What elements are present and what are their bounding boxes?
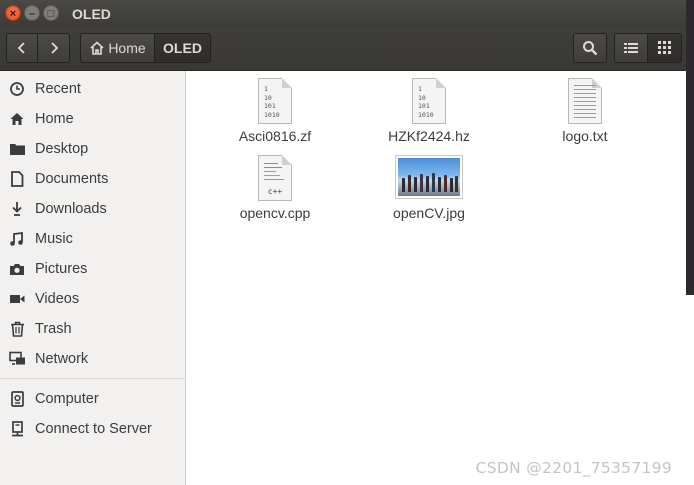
list-view-button[interactable] <box>614 33 648 63</box>
sidebar-item-label: Home <box>35 111 74 127</box>
breadcrumb-home[interactable]: Home <box>80 33 155 63</box>
sidebar-item-home[interactable]: Home <box>0 105 185 133</box>
home-icon <box>90 41 104 55</box>
watermark-text: CSDN @2201_75357199 <box>475 459 672 477</box>
sidebar-item-label: Desktop <box>35 141 89 157</box>
sidebar-item-label: Computer <box>35 391 99 407</box>
file-item[interactable]: logo.txt <box>530 78 640 144</box>
file-item[interactable]: 1 10 101 1010 Asci0816.zf <box>220 78 330 144</box>
sidebar-item-label: Music <box>35 231 73 247</box>
sidebar-divider <box>0 378 185 379</box>
server-icon <box>11 421 23 437</box>
home-icon <box>10 113 24 125</box>
sidebar-item-label: Connect to Server <box>35 421 152 437</box>
sidebar-item-label: Videos <box>35 291 80 307</box>
binary-preview-line: 101 <box>264 102 276 110</box>
breadcrumb-oled-label: OLED <box>163 40 202 56</box>
title-bar[interactable]: × – □ OLED <box>0 0 686 27</box>
binary-preview-line: 10 <box>418 93 426 102</box>
trash-icon <box>10 321 24 337</box>
breadcrumb-home-label: Home <box>108 40 146 56</box>
binary-preview-line: 101 <box>418 102 430 110</box>
file-name: openCV.jpg <box>393 205 465 221</box>
maximize-button[interactable]: □ <box>43 5 59 21</box>
download-icon <box>12 202 22 216</box>
sidebar-item-music[interactable]: Music <box>0 225 185 253</box>
sidebar-item-pictures[interactable]: Pictures <box>0 255 185 283</box>
sidebar-item-label: Downloads <box>35 201 107 217</box>
minimize-button[interactable]: – <box>24 5 40 21</box>
file-name: Asci0816.zf <box>238 128 312 144</box>
sidebar-item-label: Trash <box>35 321 72 337</box>
computer-icon <box>10 391 24 407</box>
file-name: opencv.cpp <box>239 205 311 221</box>
background-white-strip <box>686 295 694 485</box>
sidebar-item-videos[interactable]: Videos <box>0 285 185 313</box>
search-icon <box>583 41 598 56</box>
breadcrumb-oled[interactable]: OLED <box>155 33 211 63</box>
header-toolbar: Home OLED <box>0 27 686 71</box>
cpp-label: c++ <box>267 187 283 196</box>
sidebar: Recent Home Desktop Documents Downloads … <box>0 71 186 485</box>
file-item[interactable]: openCV.jpg <box>374 155 484 221</box>
image-thumbnail <box>395 155 463 199</box>
grid-view-button[interactable] <box>648 33 682 63</box>
grid-view-icon <box>657 41 671 54</box>
file-view: 1 10 101 1010 Asci0816.zf 1 10 101 1010 … <box>191 71 686 485</box>
binary-preview-line: 1010 <box>418 110 434 119</box>
window-title: OLED <box>72 6 111 22</box>
text-file-icon <box>568 78 602 124</box>
video-icon <box>10 295 25 303</box>
binary-preview-line: 1 <box>418 85 422 93</box>
binary-preview-line: 1 <box>264 85 268 93</box>
file-name: HZKf2424.hz <box>388 128 470 144</box>
chevron-right-icon <box>50 42 58 54</box>
folder-icon <box>9 144 25 155</box>
sidebar-item-desktop[interactable]: Desktop <box>0 135 185 163</box>
camera-icon <box>10 264 24 275</box>
sidebar-item-label: Network <box>35 351 89 367</box>
music-icon <box>10 231 23 246</box>
binary-file-icon: 1 10 101 1010 <box>412 78 446 124</box>
sidebar-item-downloads[interactable]: Downloads <box>0 195 185 223</box>
forward-button[interactable] <box>38 33 70 63</box>
back-button[interactable] <box>6 33 38 63</box>
network-icon <box>8 351 25 365</box>
search-button[interactable] <box>573 33 607 63</box>
cpp-file-icon: c++ <box>258 155 292 201</box>
close-button[interactable]: × <box>5 5 21 21</box>
file-item[interactable]: c++ opencv.cpp <box>220 155 330 221</box>
clock-icon <box>10 82 24 96</box>
file-name: logo.txt <box>562 128 608 144</box>
chevron-left-icon <box>17 42 25 54</box>
sidebar-item-label: Recent <box>35 81 81 97</box>
list-view-icon <box>624 43 638 53</box>
file-manager-window: × – □ OLED Home OLED Recent Home Desktop… <box>0 0 686 485</box>
binary-file-icon: 1 10 101 1010 <box>258 78 292 124</box>
sidebar-item-label: Documents <box>35 171 109 187</box>
binary-preview-line: 10 <box>264 93 272 102</box>
file-item[interactable]: 1 10 101 1010 HZKf2424.hz <box>374 78 484 144</box>
sidebar-item-connect-to-server[interactable]: Connect to Server <box>0 415 185 443</box>
sidebar-item-network[interactable]: Network <box>0 345 185 373</box>
document-icon <box>11 171 24 187</box>
sidebar-item-label: Pictures <box>35 261 88 277</box>
sidebar-item-recent[interactable]: Recent <box>0 75 185 103</box>
sidebar-item-trash[interactable]: Trash <box>0 315 185 343</box>
sidebar-item-documents[interactable]: Documents <box>0 165 185 193</box>
binary-preview-line: 1010 <box>264 110 280 119</box>
sidebar-item-computer[interactable]: Computer <box>0 385 185 413</box>
